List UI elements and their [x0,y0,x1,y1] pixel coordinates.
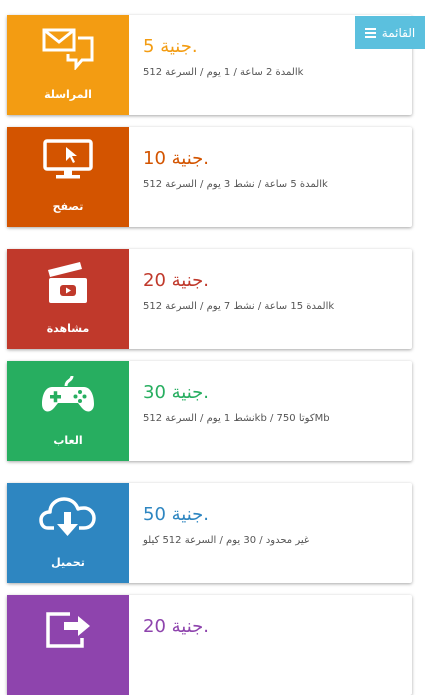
hamburger-icon [364,27,376,38]
package-label: المراسلة [44,88,92,101]
gamepad-icon [42,375,94,412]
package-price: 30 جنية. [143,382,210,403]
message-icon [42,28,94,70]
package-price: 20 جنية. [143,616,210,637]
package-card-watching[interactable]: مشاهدة 20 جنية. المدة 15 ساعة / نشط 7 يو… [7,249,412,349]
package-price: 50 جنية. [143,504,210,525]
package-price: 5 جنية. [143,36,198,57]
cloud-download-icon [39,497,96,536]
package-details: المدة 2 ساعة / 1 يوم / السرعة 512k [143,67,304,78]
package-label: مشاهدة [46,322,90,335]
share-arrow-icon [46,612,90,648]
menu-button-label: القائمة [381,25,416,40]
package-label: العاب [53,434,83,447]
browse-monitor-icon [43,139,93,179]
package-details: المدة 5 ساعة / نشط 3 يوم / السرعة 512k [143,179,328,190]
package-price: 20 جنية. [143,270,210,291]
package-tile-games: العاب [7,361,129,461]
package-details: نشط 1 يوم / السرعة 512kb / كوتا 750Mb [143,413,330,424]
package-label: تحميل [51,556,85,569]
package-tile-messaging: المراسلة [7,15,129,115]
package-tile-browsing: تصفح [7,127,129,227]
package-tile-download: تحميل [7,483,129,583]
package-price: 10 جنية. [143,148,210,169]
package-card-games[interactable]: العاب 30 جنية. نشط 1 يوم / السرعة 512kb … [7,361,412,461]
package-card-browsing[interactable]: تصفح 10 جنية. المدة 5 ساعة / نشط 3 يوم /… [7,127,412,227]
package-tile-share [7,595,129,695]
package-details: غير محدود / 30 يوم / السرعة 512 كيلو [143,535,310,546]
package-details: المدة 15 ساعة / نشط 7 يوم / السرعة 512k [143,301,335,312]
package-tile-watching: مشاهدة [7,249,129,349]
menu-button[interactable]: القائمة [355,16,425,49]
video-clapper-icon [48,262,87,303]
package-card-share[interactable]: 20 جنية. [7,595,412,695]
package-card-messaging[interactable]: المراسلة 5 جنية. المدة 2 ساعة / 1 يوم / … [7,15,412,115]
package-label: تصفح [52,200,84,213]
package-card-download[interactable]: تحميل 50 جنية. غير محدود / 30 يوم / السر… [7,483,412,583]
